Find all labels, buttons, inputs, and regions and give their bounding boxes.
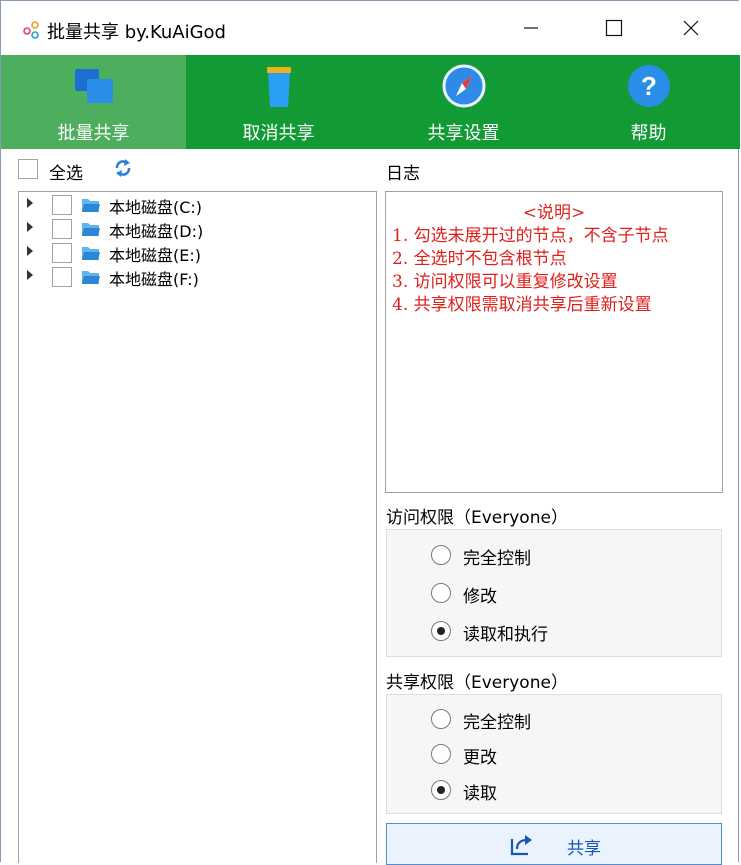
tab-batch-share-label: 批量共享 <box>57 123 130 144</box>
access-permission-group: 完全控制 修改 读取和执行 <box>386 529 722 657</box>
log-line: 2. 全选时不包含根节点 <box>392 249 567 269</box>
maximize-icon <box>605 19 623 37</box>
minimize-button[interactable] <box>493 1 569 55</box>
expand-arrow-icon[interactable] <box>27 198 33 208</box>
radio-dot <box>437 627 445 635</box>
radio-label: 更改 <box>463 748 497 768</box>
share-option-full-control[interactable]: 完全控制 <box>431 707 691 733</box>
minimize-icon <box>524 27 538 29</box>
app-logo-icon <box>23 21 39 39</box>
maximize-button[interactable] <box>576 1 652 55</box>
radio-button-selected[interactable] <box>431 621 451 641</box>
radio-label: 完全控制 <box>463 549 531 569</box>
tab-share-settings[interactable]: 共享设置 <box>371 55 556 149</box>
app-window: 批量共享 by.KuAiGod 批量共享 取消共享 共享设置 ? 帮助 全选 本… <box>0 0 740 865</box>
svg-text:?: ? <box>641 71 657 101</box>
select-all-checkbox[interactable] <box>18 159 38 179</box>
tab-cancel-share-label: 取消共享 <box>242 123 315 144</box>
log-label: 日志 <box>386 164 420 184</box>
radio-button[interactable] <box>431 545 451 565</box>
help-icon: ? <box>627 65 670 107</box>
share-option-read[interactable]: 读取 <box>431 778 691 804</box>
tab-help-label: 帮助 <box>630 123 667 144</box>
expand-arrow-icon[interactable] <box>27 270 33 280</box>
windows-icon <box>74 69 113 103</box>
folder-icon <box>82 247 100 260</box>
tree-item-e[interactable]: 本地磁盘(E:) <box>19 241 359 265</box>
drive-tree[interactable]: 本地磁盘(C:) 本地磁盘(D:) 本地磁盘(E:) 本地磁盘(F:) <box>18 191 377 863</box>
title-bar: 批量共享 by.KuAiGod <box>1 1 740 55</box>
share-permission-group: 完全控制 更改 读取 <box>386 694 722 814</box>
radio-button[interactable] <box>431 583 451 603</box>
radio-button[interactable] <box>431 709 451 729</box>
tree-item-label: 本地磁盘(E:) <box>109 246 201 265</box>
tab-batch-share[interactable]: 批量共享 <box>1 55 186 149</box>
folder-icon <box>82 223 100 236</box>
radio-label: 读取和执行 <box>463 625 548 645</box>
radio-button[interactable] <box>431 744 451 764</box>
window-title: 批量共享 by.KuAiGod <box>47 22 226 43</box>
tree-checkbox[interactable] <box>52 267 72 287</box>
radio-button-selected[interactable] <box>431 780 451 800</box>
access-option-modify[interactable]: 修改 <box>431 581 691 607</box>
tab-help[interactable]: ? 帮助 <box>556 55 741 149</box>
share-button[interactable]: 共享 <box>386 823 722 865</box>
expand-arrow-icon[interactable] <box>27 222 33 232</box>
close-icon <box>683 20 699 36</box>
tree-item-d[interactable]: 本地磁盘(D:) <box>19 217 359 241</box>
log-panel[interactable]: <说明> 1. 勾选未展开过的节点，不含子节点 2. 全选时不包含根节点 3. … <box>385 191 723 493</box>
tree-item-label: 本地磁盘(F:) <box>109 270 199 289</box>
tree-checkbox[interactable] <box>52 195 72 215</box>
trash-icon <box>266 67 291 107</box>
tree-item-label: 本地磁盘(C:) <box>109 198 203 217</box>
folder-icon <box>82 271 100 284</box>
radio-label: 读取 <box>463 784 497 804</box>
tree-item-c[interactable]: 本地磁盘(C:) <box>19 193 359 217</box>
radio-label: 完全控制 <box>463 713 531 733</box>
tree-item-f[interactable]: 本地磁盘(F:) <box>19 265 359 289</box>
log-line: 3. 访问权限可以重复修改设置 <box>392 272 618 292</box>
share-option-change[interactable]: 更改 <box>431 742 691 768</box>
share-permission-label: 共享权限（Everyone） <box>386 673 568 693</box>
select-all-label: 全选 <box>49 164 83 184</box>
radio-label: 修改 <box>463 587 497 607</box>
share-button-label: 共享 <box>567 839 601 859</box>
log-heading: <说明> <box>522 203 586 223</box>
tree-checkbox[interactable] <box>52 219 72 239</box>
close-button[interactable] <box>653 1 729 55</box>
radio-dot <box>437 786 445 794</box>
compass-icon <box>442 64 485 108</box>
folder-icon <box>82 199 100 212</box>
tab-cancel-share[interactable]: 取消共享 <box>186 55 371 149</box>
access-option-read-execute[interactable]: 读取和执行 <box>431 619 691 645</box>
access-permission-label: 访问权限（Everyone） <box>386 508 568 528</box>
tree-checkbox[interactable] <box>52 243 72 263</box>
log-line: 4. 共享权限需取消共享后重新设置 <box>392 295 652 315</box>
refresh-icon[interactable] <box>113 157 133 179</box>
log-line: 1. 勾选未展开过的节点，不含子节点 <box>392 226 669 246</box>
expand-arrow-icon[interactable] <box>27 246 33 256</box>
tab-share-settings-label: 共享设置 <box>427 123 500 144</box>
access-option-full-control[interactable]: 完全控制 <box>431 543 691 569</box>
tree-item-label: 本地磁盘(D:) <box>109 222 204 241</box>
main-toolbar: 批量共享 取消共享 共享设置 ? 帮助 <box>1 55 740 149</box>
share-icon <box>510 835 532 856</box>
